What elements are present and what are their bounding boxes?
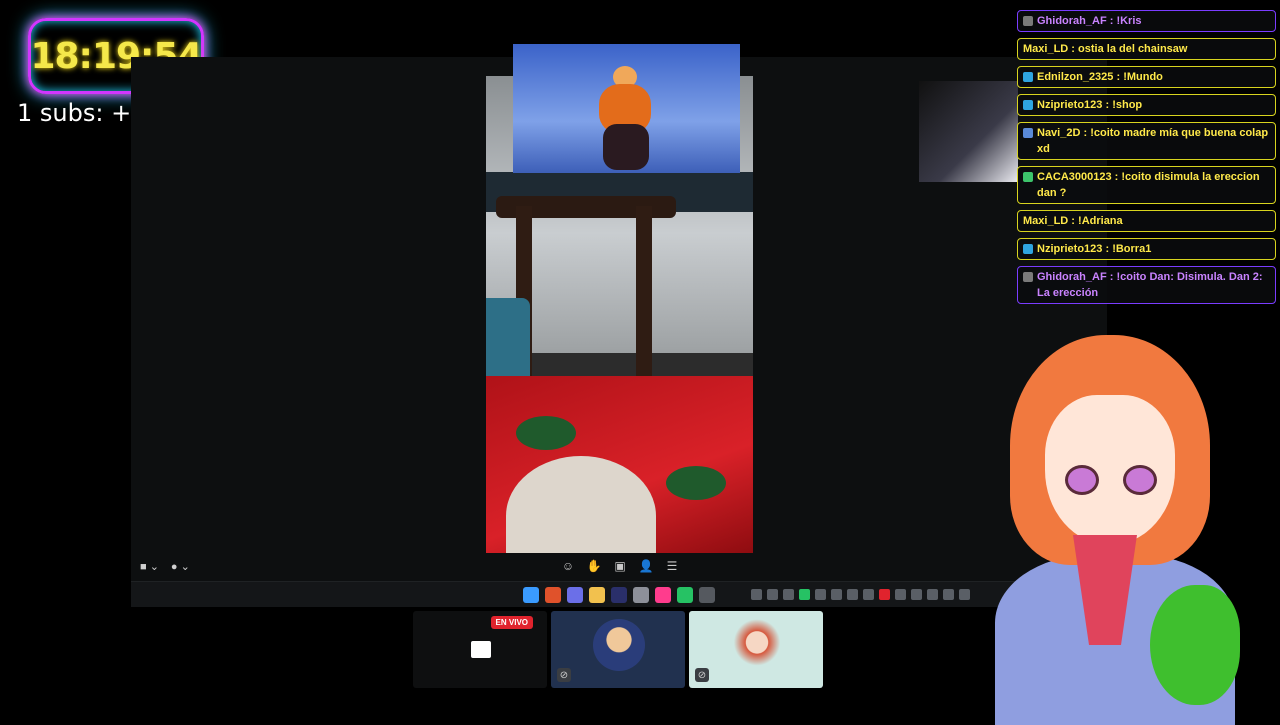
chat-message: CACA3000123 : !coito disimula la ereccio…: [1017, 166, 1276, 204]
participant-tile-user2[interactable]: ⊘: [689, 611, 823, 688]
mic-muted-icon: ⊘: [557, 668, 571, 682]
live-badge: EN VIVO: [490, 616, 533, 629]
chat-text: !Adriana: [1078, 215, 1123, 227]
chat-message: Ednilzon_2325 : !Mundo: [1017, 66, 1276, 88]
tray-icon[interactable]: [927, 589, 938, 600]
overlay-video-clip: [513, 44, 740, 173]
chat-username: CACA3000123: [1037, 171, 1112, 183]
tray-icon[interactable]: [815, 589, 826, 600]
chat-message: Ghidorah_AF : !coito Dan: Disimula. Dan …: [1017, 266, 1276, 304]
app-icon[interactable]: [655, 587, 671, 603]
chat-username: Maxi_LD: [1023, 43, 1069, 55]
participant-tile-user1[interactable]: ⊘: [551, 611, 685, 688]
chat-separator: :: [1106, 15, 1117, 27]
chat-text: !Borra1: [1112, 243, 1152, 255]
taskbar-apps: [523, 587, 715, 603]
avatar-eye: [1065, 465, 1099, 495]
chat-username: Maxi_LD: [1023, 215, 1069, 227]
green-slime-mascot: [1150, 585, 1240, 705]
emoji-icon[interactable]: ☺: [560, 558, 576, 574]
chat-spacer: [1017, 0, 1276, 10]
device-controls: ■ ⌄ ● ⌄: [140, 560, 190, 573]
user-badge-icon: [1023, 16, 1033, 26]
whatsapp-icon[interactable]: [677, 587, 693, 603]
chat-separator: :: [1106, 271, 1117, 283]
user-badge-icon: [1023, 128, 1033, 138]
hand-icon[interactable]: ✋: [586, 558, 602, 574]
tray-icon[interactable]: [847, 589, 858, 600]
taskbar: [131, 581, 1107, 607]
chat-message: Maxi_LD : ostia la del chainsaw: [1017, 38, 1276, 60]
tray-icon[interactable]: [911, 589, 922, 600]
chat-username: Nziprieto123: [1037, 243, 1103, 255]
chat-message: Ghidorah_AF : !Kris: [1017, 10, 1276, 32]
avatar-face: [1045, 395, 1175, 545]
files-icon[interactable]: [589, 587, 605, 603]
user-badge-icon: [1023, 100, 1033, 110]
after-effects-icon[interactable]: [611, 587, 627, 603]
chat-username: Navi_2D: [1037, 127, 1081, 139]
monitor-icon: [471, 641, 491, 658]
chat-username: Nziprieto123: [1037, 99, 1103, 111]
user-badge-icon: [1023, 172, 1033, 182]
screen-share-icon[interactable]: ▣: [612, 558, 628, 574]
obs-icon[interactable]: [699, 587, 715, 603]
camera-icon[interactable]: ■ ⌄: [140, 560, 159, 573]
windows-start-icon[interactable]: [523, 587, 539, 603]
chat-message: Maxi_LD : !Adriana: [1017, 210, 1276, 232]
avatar-eye: [1123, 465, 1157, 495]
chat-text: !Kris: [1116, 15, 1142, 27]
webcam-preview: [919, 81, 1018, 182]
tray-icon[interactable]: [783, 589, 794, 600]
tray-icon[interactable]: [895, 589, 906, 600]
chat-message: Navi_2D : !coito madre mía que buena col…: [1017, 122, 1276, 160]
add-person-icon[interactable]: 👤: [638, 558, 654, 574]
microphone-icon[interactable]: ● ⌄: [171, 560, 190, 573]
chat-separator: :: [1113, 71, 1124, 83]
chat-icon[interactable]: ☰: [664, 558, 680, 574]
chat-separator: :: [1102, 243, 1113, 255]
tray-icon[interactable]: [751, 589, 762, 600]
chat-separator: :: [1068, 43, 1079, 55]
chat-separator: :: [1111, 171, 1122, 183]
chat-separator: :: [1080, 127, 1091, 139]
tray-icon[interactable]: [943, 589, 954, 600]
user-badge-icon: [1023, 72, 1033, 82]
chat-text: !Mundo: [1123, 71, 1163, 83]
video-leaf: [516, 416, 576, 450]
chat-text: !shop: [1112, 99, 1143, 111]
tray-icon[interactable]: [863, 589, 874, 600]
clip-figure: [585, 66, 665, 170]
user-badge-icon: [1023, 244, 1033, 254]
avatar: [593, 619, 645, 671]
tray-icon[interactable]: [831, 589, 842, 600]
avatar: [731, 619, 783, 671]
tray-icon[interactable]: [767, 589, 778, 600]
video-leaf: [666, 466, 726, 500]
chat-separator: :: [1068, 215, 1079, 227]
mic-muted-icon: ⊘: [695, 668, 709, 682]
chat-separator: :: [1102, 99, 1113, 111]
tray-icon[interactable]: [799, 589, 810, 600]
clip-figure-legs: [603, 124, 649, 170]
discord-icon[interactable]: [567, 587, 583, 603]
user-badge-icon: [1023, 272, 1033, 282]
chat-message: Nziprieto123 : !shop: [1017, 94, 1276, 116]
chat-overlay: Ghidorah_AF : !Kris Maxi_LD : ostia la d…: [1017, 0, 1276, 310]
call-controls: ☺ ✋ ▣ 👤 ☰: [560, 558, 680, 574]
chat-message: Nziprieto123 : !Borra1: [1017, 238, 1276, 260]
chat-username: Ghidorah_AF: [1037, 15, 1107, 27]
participant-tile-screen[interactable]: EN VIVO: [413, 611, 547, 688]
chat-username: Ednilzon_2325: [1037, 71, 1114, 83]
brave-icon[interactable]: [545, 587, 561, 603]
chat-text: ostia la del chainsaw: [1078, 43, 1188, 55]
settings-icon[interactable]: [633, 587, 649, 603]
system-tray: [751, 589, 970, 600]
chat-username: Ghidorah_AF: [1037, 271, 1107, 283]
tray-icon[interactable]: [879, 589, 890, 600]
participant-tiles: EN VIVO ⊘ ⊘: [413, 611, 823, 688]
